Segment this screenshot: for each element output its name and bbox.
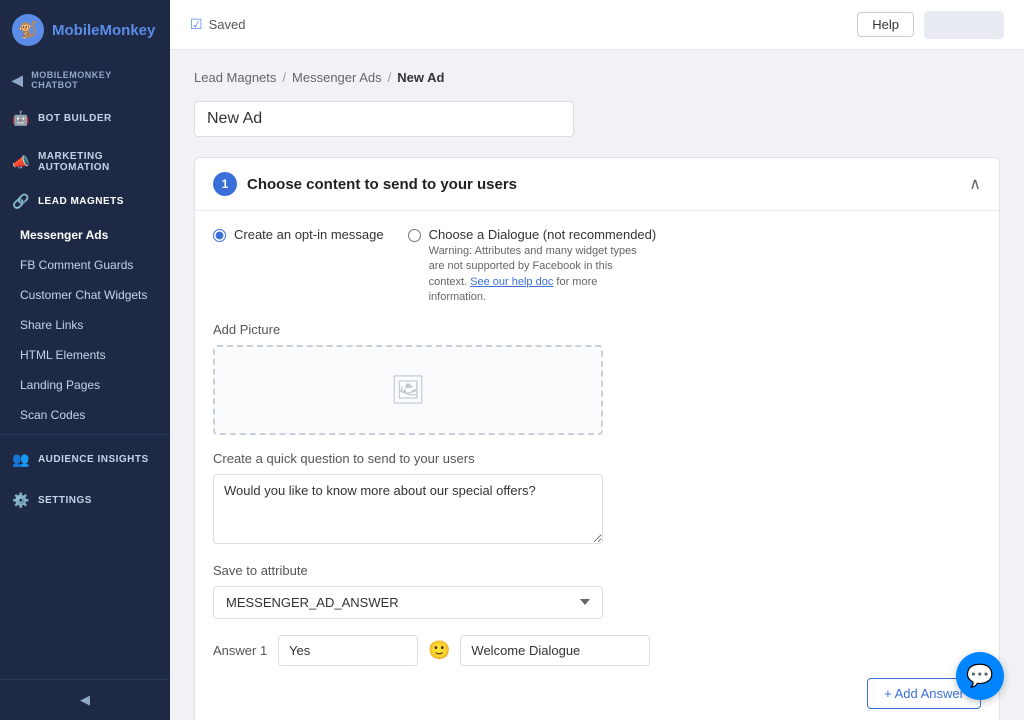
picture-placeholder-icon: 🖼 xyxy=(390,373,426,406)
section-1-number: 1 xyxy=(213,172,237,196)
breadcrumb-sep1: / xyxy=(282,70,286,85)
sidebar-settings[interactable]: ⚙️ SETTINGS xyxy=(0,482,170,519)
save-attr-label: Save to attribute xyxy=(213,563,981,578)
sidebar-item-share-links[interactable]: Share Links xyxy=(0,310,170,340)
main-area: ☑ Saved Help Lead Magnets / Messenger Ad… xyxy=(170,0,1024,720)
radio-dialogue-label: Choose a Dialogue (not recommended) xyxy=(429,227,657,242)
breadcrumb-lead-magnets[interactable]: Lead Magnets xyxy=(194,70,276,85)
help-button[interactable]: Help xyxy=(857,12,914,37)
topbar: ☑ Saved Help xyxy=(170,0,1024,50)
audience-icon: 👥 xyxy=(12,451,30,468)
quick-question-label: Create a quick question to send to your … xyxy=(213,451,981,466)
radio-dialogue-input[interactable] xyxy=(408,229,421,242)
sidebar-audience-insights[interactable]: 👥 AUDIENCE INSIGHTS xyxy=(0,441,170,478)
topbar-right: Help xyxy=(857,11,1004,39)
dialogue-input[interactable] xyxy=(460,635,650,666)
saved-check-icon: ☑ xyxy=(190,16,203,33)
quick-question-textarea[interactable]: Would you like to know more about our sp… xyxy=(213,474,603,544)
sidebar-item-customer-chat[interactable]: Customer Chat Widgets xyxy=(0,280,170,310)
answer-1-label: Answer 1 xyxy=(213,643,268,658)
section-1-header: 1 Choose content to send to your users ∧ xyxy=(195,158,999,211)
collapse-icon: ◀ xyxy=(80,692,90,708)
answer-row-1: Answer 1 🙂 xyxy=(213,635,981,666)
section-1-header-left: 1 Choose content to send to your users xyxy=(213,172,517,196)
picture-dropzone[interactable]: 🖼 xyxy=(213,345,603,435)
help-doc-link[interactable]: See our help doc xyxy=(470,276,553,288)
sidebar: 🐒 MobileMonkey ◀ MOBILEMONKEY CHATBOT 🤖 … xyxy=(0,0,170,720)
chatbot-icon: ◀ xyxy=(12,72,23,89)
sidebar-item-scan-codes[interactable]: Scan Codes xyxy=(0,400,170,430)
radio-dialogue: Choose a Dialogue (not recommended) Warn… xyxy=(408,227,657,306)
add-answer-row: + Add Answer xyxy=(213,678,981,709)
messenger-fab[interactable]: 💬 xyxy=(956,652,1004,700)
section-1-title: Choose content to send to your users xyxy=(247,176,517,193)
add-picture-label: Add Picture xyxy=(213,322,981,337)
sidebar-bot-builder[interactable]: 🤖 BOT BUILDER xyxy=(0,100,170,137)
attr-select[interactable]: MESSENGER_AD_ANSWER xyxy=(213,586,603,619)
messenger-fab-icon: 💬 xyxy=(966,663,993,689)
section-1-collapse-btn[interactable]: ∧ xyxy=(969,174,981,194)
breadcrumb-current: New Ad xyxy=(397,70,444,85)
section-1-body: Create an opt-in message Choose a Dialog… xyxy=(195,211,999,720)
sidebar-item-landing-pages[interactable]: Landing Pages xyxy=(0,370,170,400)
logo-text: MobileMonkey xyxy=(52,22,155,39)
breadcrumb-sep2: / xyxy=(388,70,392,85)
radio-opt-in: Create an opt-in message xyxy=(213,227,384,306)
saved-status: ☑ Saved xyxy=(190,16,245,33)
section-1-card: 1 Choose content to send to your users ∧… xyxy=(194,157,1000,720)
sidebar-lead-magnets[interactable]: 🔗 LEAD MAGNETS xyxy=(0,183,170,220)
answer-1-input[interactable] xyxy=(278,635,418,666)
sidebar-marketing-automation[interactable]: 📣 MARKETING AUTOMATION xyxy=(0,141,170,183)
logo-icon: 🐒 xyxy=(12,14,44,46)
radio-options: Create an opt-in message Choose a Dialog… xyxy=(213,227,981,306)
radio-opt-in-input[interactable] xyxy=(213,229,226,242)
radio-opt-in-label: Create an opt-in message xyxy=(234,227,384,242)
emoji-button[interactable]: 🙂 xyxy=(428,640,450,661)
user-box xyxy=(924,11,1004,39)
sidebar-item-html-elements[interactable]: HTML Elements xyxy=(0,340,170,370)
sidebar-chatbot-header[interactable]: ◀ MOBILEMONKEY CHATBOT xyxy=(0,60,170,96)
sidebar-divider-1 xyxy=(0,434,170,435)
breadcrumb-messenger-ads[interactable]: Messenger Ads xyxy=(292,70,382,85)
content-area: Lead Magnets / Messenger Ads / New Ad 1 … xyxy=(170,50,1024,720)
lead-magnets-icon: 🔗 xyxy=(12,193,30,210)
sidebar-logo[interactable]: 🐒 MobileMonkey xyxy=(0,0,170,60)
marketing-icon: 📣 xyxy=(12,154,30,171)
settings-icon: ⚙️ xyxy=(12,492,30,509)
breadcrumb: Lead Magnets / Messenger Ads / New Ad xyxy=(194,70,1000,85)
sidebar-item-fb-comment-guards[interactable]: FB Comment Guards xyxy=(0,250,170,280)
ad-title-input[interactable] xyxy=(194,101,574,137)
radio-dialogue-warning: Warning: Attributes and many widget type… xyxy=(429,244,649,306)
sidebar-item-messenger-ads[interactable]: Messenger Ads xyxy=(0,220,170,250)
bot-builder-icon: 🤖 xyxy=(12,110,30,127)
sidebar-collapse-btn[interactable]: ◀ xyxy=(0,679,170,720)
